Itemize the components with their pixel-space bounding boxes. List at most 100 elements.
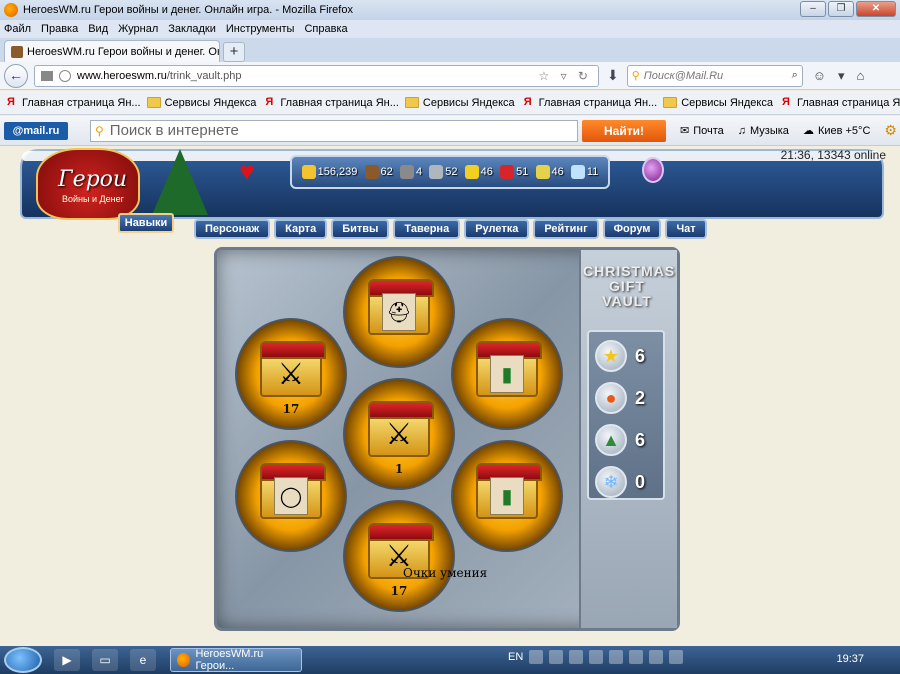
system-tray: EN <box>508 650 684 664</box>
mailru-toolbar: @mail.ru ⚲ Поиск в интернете Найти! ✉ Поч… <box>0 116 900 146</box>
vault-slot-upper-left[interactable]: ⚔ 17 <box>235 318 347 430</box>
music-icon: ♫ <box>737 124 747 137</box>
resource-value: 46 <box>551 166 564 178</box>
maximize-button[interactable]: ❐ <box>828 1 854 17</box>
vault-slot-center[interactable]: ⚔ 1 <box>343 378 455 490</box>
bookmark-item[interactable]: Сервисы Яндекса <box>146 97 256 109</box>
gold-icon <box>301 165 316 179</box>
nav-map[interactable]: Карта <box>274 219 328 239</box>
mail-link[interactable]: ✉ Почта <box>680 124 724 138</box>
gear-icon: ⚙ <box>884 122 897 138</box>
nav-chat[interactable]: Чат <box>665 219 707 239</box>
internet-explorer-icon[interactable]: e <box>130 649 156 671</box>
find-button[interactable]: Найти! <box>582 119 666 142</box>
internet-search-input[interactable]: ⚲ Поиск в интернете <box>90 119 578 142</box>
bookmark-label: Сервисы Яндекса <box>422 96 515 109</box>
bookmark-item[interactable]: Сервисы Яндекса <box>663 97 773 109</box>
notification-icon[interactable] <box>669 650 684 664</box>
nav-roulette[interactable]: Рулетка <box>464 219 530 239</box>
nav-end-icons: ☺ ▾ ⌂ <box>813 68 865 84</box>
gift-vault: CHRISTMAS GIFT VAULT ★ 6 ● 2 ▲ 6 ❄ 0 ⛑ ⚔… <box>214 247 680 631</box>
new-tab-button[interactable]: + <box>223 42 245 62</box>
volume-icon[interactable] <box>609 650 624 664</box>
settings-link[interactable]: ⚙ <box>884 122 897 139</box>
language-indicator[interactable]: EN <box>508 651 523 663</box>
system-clock[interactable]: 19:37 <box>836 653 864 665</box>
mail-search-input[interactable]: ⚲ Поиск@Mail.Ru ⌕ <box>626 64 803 87</box>
game-navigation: Персонаж Карта Битвы Таверна Рулетка Рей… <box>194 219 707 239</box>
help-icon[interactable] <box>529 650 544 664</box>
vault-slot-upper-right[interactable]: ▮ <box>451 318 563 430</box>
resource-diamonds: 11 <box>570 165 598 179</box>
mail-label: Почта <box>693 124 724 137</box>
snowflake-count: 0 <box>635 471 646 492</box>
crossed-swords-icon: ⚔ <box>385 417 413 451</box>
resource-value: 156,239 <box>317 166 358 178</box>
back-button[interactable]: ← <box>4 63 28 88</box>
bookmark-label: Сервисы Яндекса <box>681 96 773 109</box>
addon-icon[interactable]: ☺ <box>813 68 826 84</box>
weather-link[interactable]: ☁ Киев +5°C <box>803 124 870 138</box>
close-button[interactable]: ✕ <box>856 1 896 17</box>
nav-battles[interactable]: Битвы <box>331 219 390 239</box>
bookmark-item[interactable]: Я Главная страница Ян... <box>779 96 900 110</box>
vault-slot-lower-right[interactable]: ▮ <box>451 440 563 552</box>
crystals-icon <box>500 165 515 179</box>
bookmark-item[interactable]: Я Главная страница Ян... <box>262 96 399 110</box>
media-player-icon[interactable]: ▶ <box>54 649 80 671</box>
nav-forum[interactable]: Форум <box>602 219 662 239</box>
bookmark-star-icon[interactable]: ☆ ▿ ↻ <box>538 69 592 83</box>
menu-bookmarks[interactable]: Закладки <box>168 23 216 35</box>
battery-icon[interactable] <box>649 650 664 664</box>
skills-button[interactable]: Навыки <box>118 213 174 233</box>
search-icon[interactable]: ⌕ <box>792 69 798 82</box>
music-link[interactable]: ♫ Музыка <box>738 125 789 137</box>
ore-icon <box>399 165 414 179</box>
resource-value: 4 <box>415 166 423 178</box>
potion-icon[interactable] <box>642 157 664 183</box>
menu-bar: Файл Правка Вид Журнал Закладки Инструме… <box>0 20 900 38</box>
download-icon[interactable]: ⬇ <box>607 67 619 84</box>
folder-icon[interactable]: ▭ <box>92 649 118 671</box>
network-icon[interactable] <box>589 650 604 664</box>
mailru-logo[interactable]: @mail.ru <box>4 121 68 140</box>
nav-character[interactable]: Персонаж <box>194 219 271 239</box>
menu-edit[interactable]: Правка <box>41 23 78 35</box>
url-bar[interactable]: www.heroeswm.ru /trink_vault.php ☆ ▿ ↻ <box>34 64 599 87</box>
resource-gold: 156,239 <box>301 165 358 179</box>
tab-heroeswm[interactable]: HeroesWM.ru Герои войны и денег. Он... <box>4 40 220 62</box>
menu-history[interactable]: Журнал <box>118 23 158 35</box>
vault-slot-top[interactable]: ⛑ <box>343 256 455 368</box>
nav-rating[interactable]: Рейтинг <box>533 219 599 239</box>
sulfur-icon <box>464 165 479 179</box>
resource-value: 51 <box>516 166 529 178</box>
bookmark-item[interactable]: Я Главная страница Ян... <box>4 96 141 110</box>
helmet-icon: ⛑ <box>382 293 416 331</box>
minimize-button[interactable]: – <box>800 1 826 17</box>
yandex-icon: Я <box>265 95 274 108</box>
page-icon <box>41 70 53 81</box>
nav-tavern[interactable]: Таверна <box>393 219 461 239</box>
taskbar-firefox-task[interactable]: HeroesWM.ru Герои... <box>170 648 302 672</box>
start-button[interactable] <box>4 647 42 673</box>
bookmark-item[interactable]: Я Главная страница Ян... <box>521 96 658 110</box>
scroll-icon: ▮ <box>490 355 524 393</box>
display-icon[interactable] <box>629 650 644 664</box>
flag-icon[interactable] <box>549 650 564 664</box>
heroeswm-favicon-icon <box>11 45 23 58</box>
resource-ore: 4 <box>399 165 423 179</box>
heart-icon[interactable]: ♥ <box>234 158 260 184</box>
menu-help[interactable]: Справка <box>304 23 347 35</box>
menu-file[interactable]: Файл <box>4 23 31 35</box>
chevron-down-icon[interactable]: ▾ <box>838 68 845 84</box>
home-icon[interactable]: ⌂ <box>857 68 865 84</box>
menu-view[interactable]: Вид <box>88 23 108 35</box>
vault-slot-lower-left[interactable]: ◯ <box>235 440 347 552</box>
folder-icon <box>404 97 419 108</box>
bookmark-item[interactable]: Сервисы Яндекса <box>404 96 515 109</box>
menu-tools[interactable]: Инструменты <box>226 23 295 35</box>
pdf-icon[interactable] <box>569 650 584 664</box>
windows-taskbar: ▶ ▭ e HeroesWM.ru Герои... EN 19:37 <box>0 646 900 674</box>
vault-slot-bottom[interactable]: ⚔ 17 <box>343 500 455 612</box>
bookmark-label: Главная страница Ян... <box>796 96 900 109</box>
